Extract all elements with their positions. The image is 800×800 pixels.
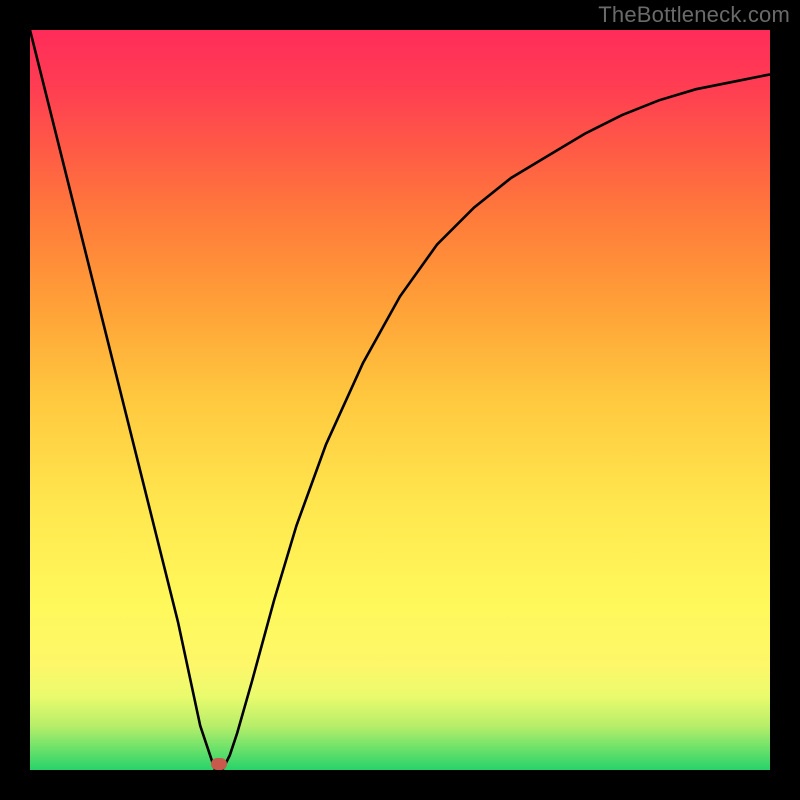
- plot-area: [30, 30, 770, 770]
- watermark-label: TheBottleneck.com: [598, 2, 790, 28]
- curve-layer: [30, 30, 770, 770]
- optimal-point-marker: [211, 758, 227, 770]
- chart-frame: TheBottleneck.com: [0, 0, 800, 800]
- bottleneck-curve: [30, 30, 770, 770]
